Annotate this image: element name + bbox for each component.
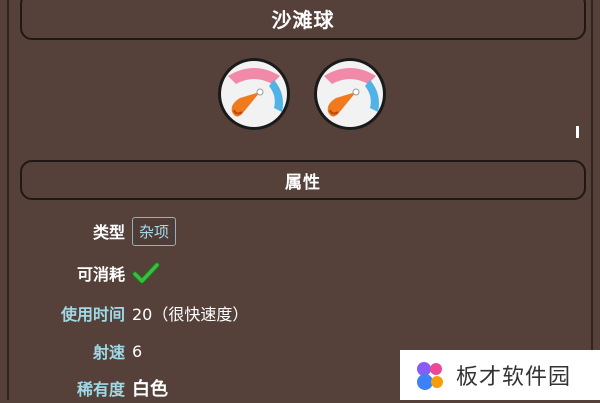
- scroll-tick: [576, 126, 579, 138]
- use-time-value: 20（很快速度）: [132, 305, 249, 324]
- watermark-text: 板才软件园: [456, 365, 572, 390]
- use-time-label: 使用时间: [60, 305, 125, 324]
- watermark-logo-icon: [417, 362, 443, 390]
- item-title: 沙滩球: [271, 7, 335, 32]
- attributes-section-header: 属性: [20, 160, 586, 200]
- section-title: 属性: [285, 172, 321, 193]
- item-title-bar: 沙滩球: [20, 0, 586, 40]
- type-label: 类型: [92, 223, 125, 242]
- checkmark-icon: [132, 262, 160, 284]
- velocity-value: 6: [132, 341, 143, 361]
- consumable-label: 可消耗: [76, 265, 125, 284]
- beach-ball-icon: [218, 58, 290, 130]
- beach-ball-icon: [314, 58, 386, 130]
- rarity-label: 稀有度: [76, 380, 125, 399]
- property-row-use-time: 使用时间 20（很快速度）: [0, 298, 600, 328]
- item-preview-row: [214, 54, 394, 142]
- rarity-value: 白色: [132, 379, 168, 400]
- watermark: 板才软件园: [400, 350, 600, 400]
- type-tag[interactable]: 杂项: [132, 216, 177, 246]
- property-row-consumable: 可消耗: [0, 258, 600, 288]
- velocity-label: 射速: [92, 343, 125, 362]
- property-row-type: 类型 杂项: [0, 216, 600, 246]
